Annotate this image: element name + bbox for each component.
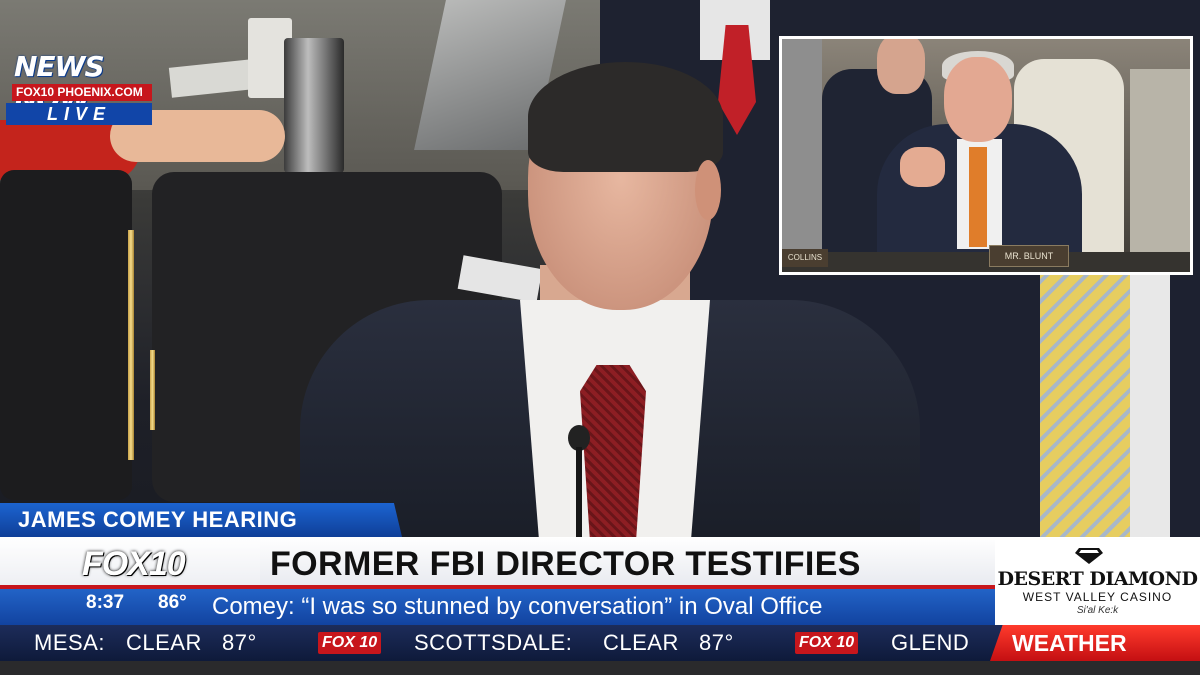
fox10-logo: FOX10 [82, 545, 186, 583]
bottom-strip [0, 661, 1200, 675]
microphone [568, 425, 590, 547]
inset-fist [900, 147, 945, 187]
inset-nameplate: MR. BLUNT [989, 245, 1069, 267]
live-badge: LIVE [6, 103, 152, 125]
ticker-temp: 87° [222, 630, 257, 655]
inset-background-face [877, 39, 925, 94]
station-bug: NEWS NOW FOX10 PHOENIX.COM LIVE [6, 50, 152, 126]
ticker-city: MESA: [34, 630, 105, 655]
brass-rod [128, 230, 134, 460]
temperature: 86° [158, 592, 187, 613]
clock: 8:37 [86, 592, 125, 613]
inset-background-right [1130, 69, 1190, 269]
topic-tag: JAMES COMEY HEARING [0, 503, 402, 537]
weather-label: WEATHER [1012, 630, 1127, 656]
ear [695, 160, 721, 220]
ticker-fox-badge: FOX 10 [795, 632, 859, 654]
station-url: FOX10 PHOENIX.COM [12, 84, 152, 101]
sponsor-tagline: WEST VALLEY CASINO [1022, 590, 1173, 604]
yellow-striped-tie [1040, 265, 1130, 545]
ticker-city: SCOTTSDALE: [414, 630, 573, 655]
sponsor-sub: Si'al Ke:k [1076, 605, 1119, 616]
ticker-fox-badge: FOX 10 [318, 632, 382, 654]
ticker-condition: CLEAR [126, 630, 202, 655]
diamond-icon [1075, 548, 1103, 564]
inset-orange-tie [969, 147, 987, 247]
inset-nameplate-left: COLLINS [782, 249, 828, 267]
sponsor-name: DESERT DIAMOND [997, 568, 1198, 590]
inset-desk [782, 252, 1190, 272]
ticker-condition: CLEAR [603, 630, 679, 655]
inset-face [944, 57, 1012, 142]
headline: FORMER FBI DIRECTOR TESTIFIES [270, 545, 861, 583]
hair [528, 62, 723, 172]
weather-tag: WEATHER [990, 625, 1200, 661]
topic-text: JAMES COMEY HEARING [18, 507, 298, 532]
subline-text: Comey: “I was so stunned by conversation… [212, 593, 823, 620]
inset-background [782, 39, 822, 272]
brass-rod [150, 350, 155, 430]
ticker-city: GLEND [891, 630, 970, 655]
inset-video: COLLINS MR. BLUNT [779, 36, 1193, 275]
ticker-temp: 87° [699, 630, 734, 655]
chair-left [0, 170, 132, 500]
